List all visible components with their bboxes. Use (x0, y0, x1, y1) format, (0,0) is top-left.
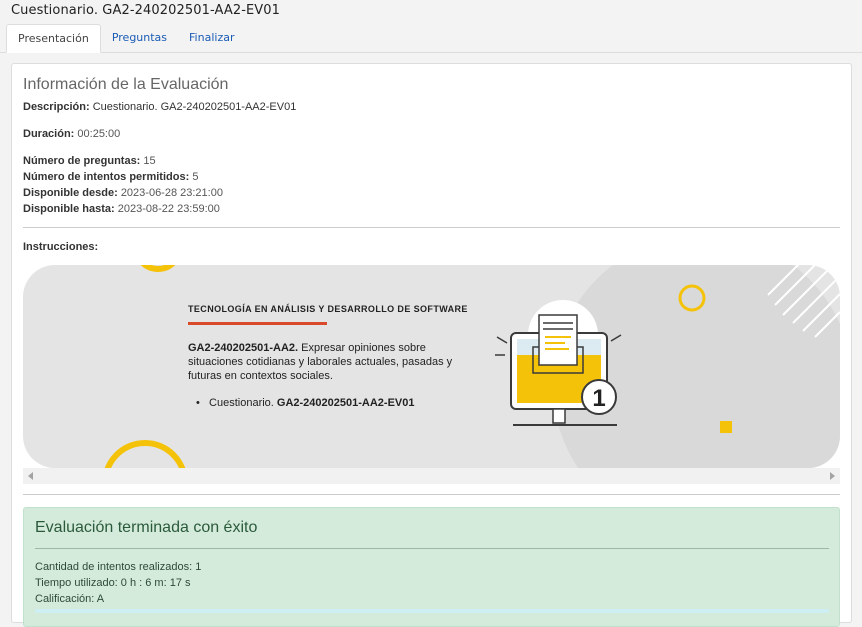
yellow-ring-bottom (104, 440, 186, 468)
hasta-label: Disponible hasta: (23, 203, 115, 215)
instrucciones-row: Instrucciones: (23, 241, 98, 253)
course-name: TECNOLOGÍA EN ANÁLISIS Y DESARROLLO DE S… (188, 304, 468, 314)
intentos-row: Número de intentos permitidos: 5 (23, 171, 198, 183)
activity-description: GA2-240202501-AA2. Expresar opiniones so… (188, 341, 458, 383)
evidence-bullet: • Cuestionario. GA2-240202501-AA2-EV01 (196, 397, 415, 409)
result-tiempo: Tiempo utilizado: 0 h : 6 m: 17 s (35, 577, 191, 589)
page-title: Cuestionario. GA2-240202501-AA2-EV01 (11, 3, 281, 18)
tab-presentacion[interactable]: Presentación (6, 24, 101, 53)
descripcion-value: Cuestionario. GA2-240202501-AA2-EV01 (92, 101, 297, 113)
course-underline (188, 322, 327, 325)
result-divider (35, 548, 829, 549)
duracion-label: Duración: (23, 128, 75, 140)
result-footer-strip (35, 609, 829, 613)
yellow-ring-top (140, 265, 176, 272)
info-heading: Información de la Evaluación (23, 76, 229, 93)
intentos-value: 5 (192, 171, 199, 183)
preguntas-value: 15 (143, 155, 156, 167)
instrucciones-label: Instrucciones: (23, 241, 99, 253)
tab-bar: Presentación Preguntas Finalizar (6, 24, 245, 53)
preguntas-label: Número de preguntas: (23, 155, 141, 167)
computer-quiz-illustration: 1 (495, 300, 622, 426)
preguntas-row: Número de preguntas: 15 (23, 155, 156, 167)
bullet-code: GA2-240202501-AA2-EV01 (276, 397, 415, 409)
desde-label: Disponible desde: (23, 187, 118, 199)
result-alert: Evaluación terminada con éxito Cantidad … (23, 507, 840, 627)
divider (23, 227, 840, 228)
instructions-banner: TECNOLOGÍA EN ANÁLISIS Y DESARROLLO DE S… (23, 265, 840, 468)
result-intentos: Cantidad de intentos realizados: 1 (35, 561, 202, 573)
monitor-stand (552, 408, 566, 424)
duracion-value: 00:25:00 (77, 128, 121, 140)
tab-finalizar[interactable]: Finalizar (178, 24, 245, 53)
result-calificacion: Calificación: A (35, 593, 105, 605)
page-header: Cuestionario. GA2-240202501-AA2-EV01 Pre… (0, 0, 862, 53)
number-badge: 1 (592, 385, 605, 412)
intentos-label: Número de intentos permitidos: (23, 171, 190, 183)
hasta-value: 2023-08-22 23:59:00 (117, 203, 220, 215)
scroll-left-icon[interactable] (28, 472, 33, 480)
activity-code: GA2-240202501-AA2. (188, 342, 299, 354)
result-title: Evaluación terminada con éxito (35, 519, 258, 536)
yellow-square (720, 421, 732, 433)
hasta-row: Disponible hasta: 2023-08-22 23:59:00 (23, 203, 220, 215)
divider (23, 494, 840, 495)
scroll-right-icon[interactable] (830, 472, 835, 480)
bullet-dot: • (196, 397, 210, 409)
desde-value: 2023-06-28 23:21:00 (120, 187, 223, 199)
tab-preguntas[interactable]: Preguntas (101, 24, 178, 53)
desde-row: Disponible desde: 2023-06-28 23:21:00 (23, 187, 223, 199)
duracion-row: Duración: 00:25:00 (23, 128, 120, 140)
descripcion-label: Descripción: (23, 101, 90, 113)
bullet-prefix: Cuestionario. (209, 397, 277, 409)
descripcion-row: Descripción: Cuestionario. GA2-240202501… (23, 101, 296, 113)
banner-horizontal-scrollbar[interactable] (23, 468, 840, 484)
evaluation-panel: Información de la Evaluación Descripción… (11, 63, 852, 627)
